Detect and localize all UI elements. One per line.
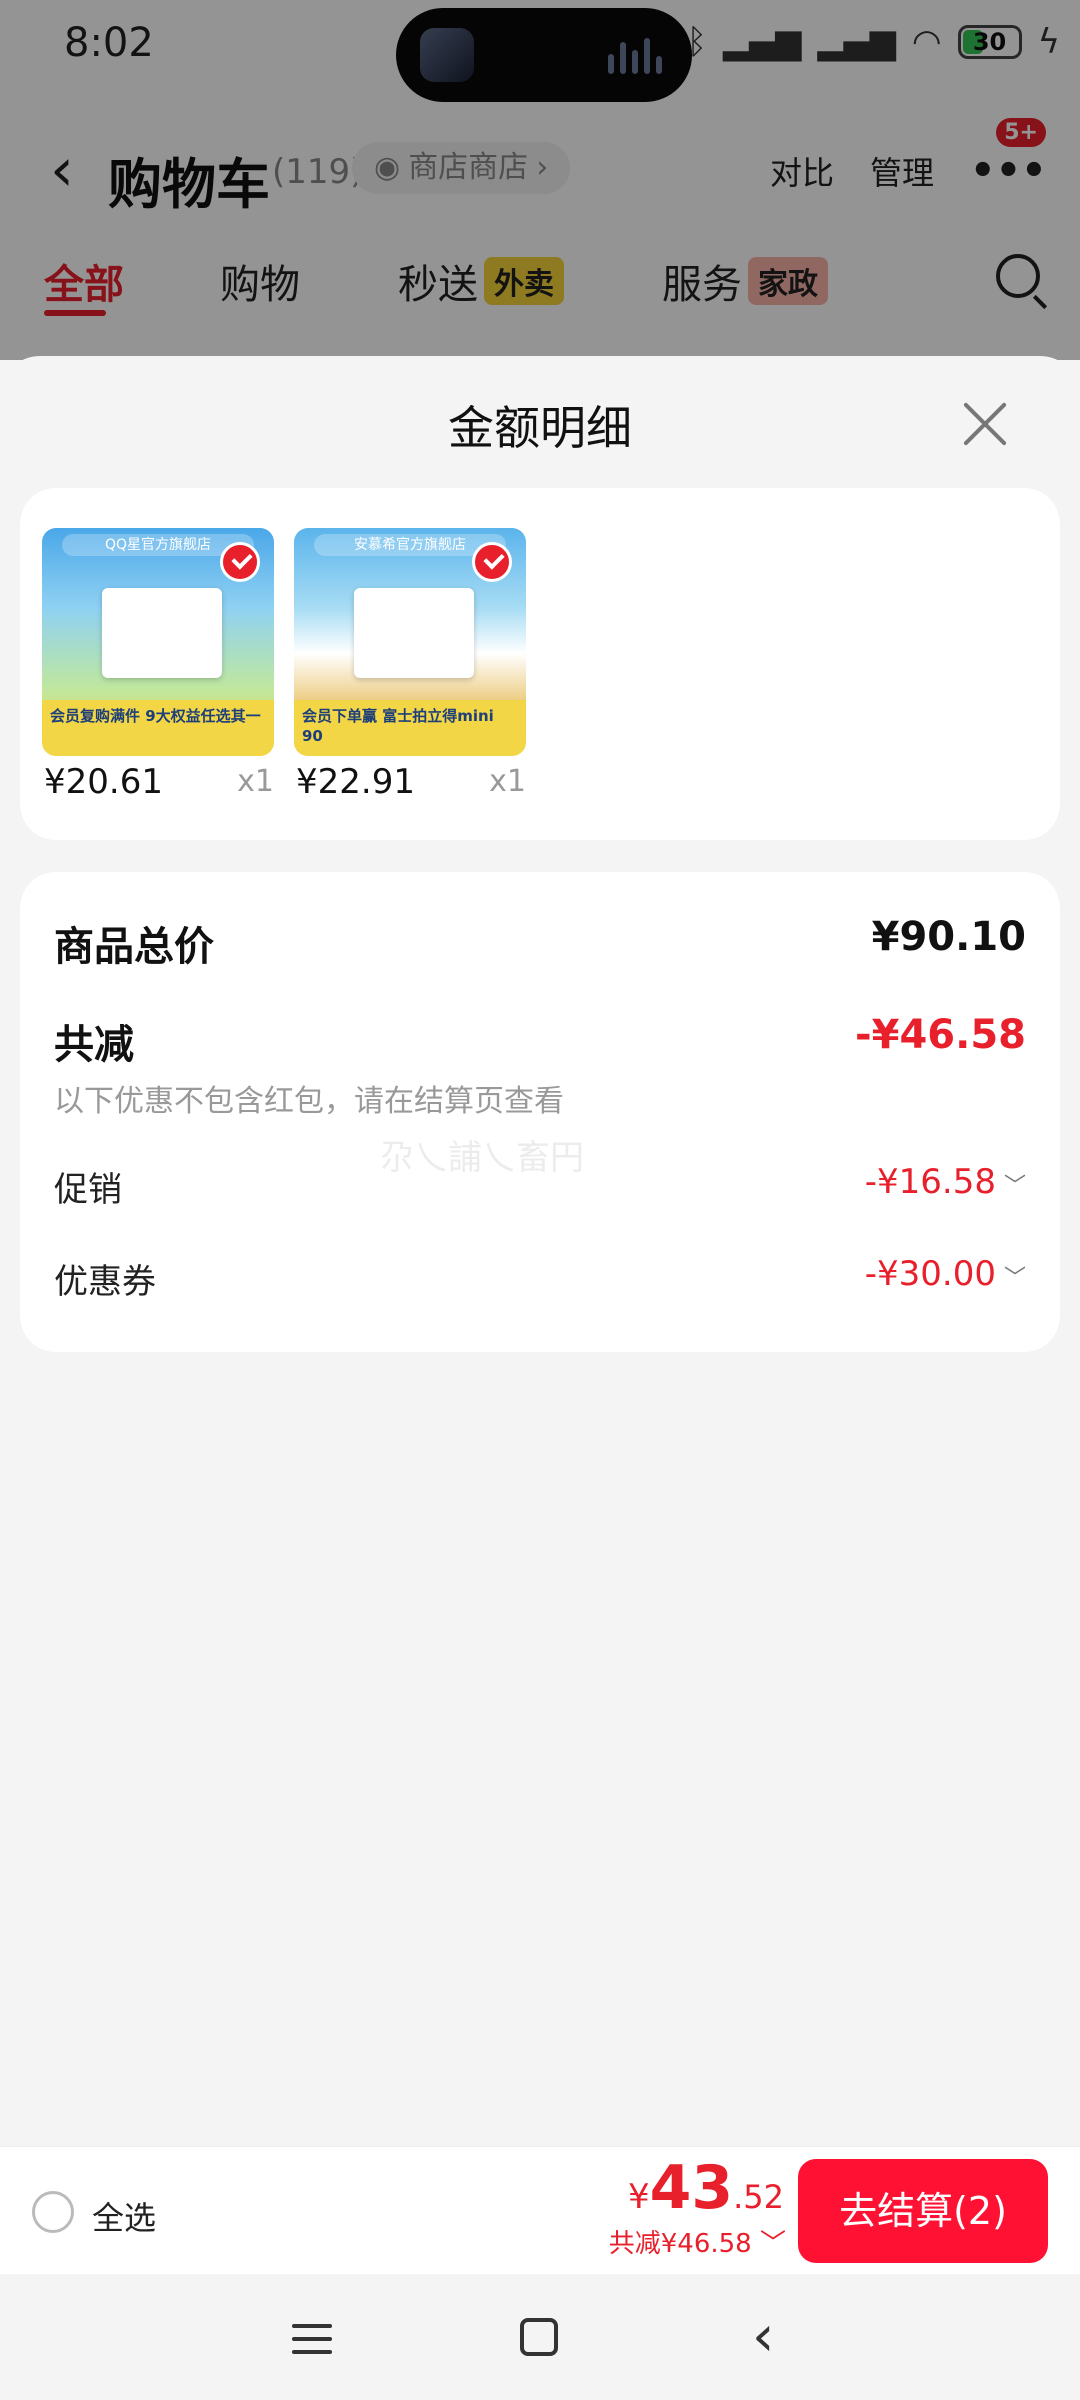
total-value: ¥90.10	[871, 914, 1026, 960]
selected-products-card: QQ星官方旗舰店 会员复购满件 9大权益任选其一 ¥20.61 x1 安慕希官方…	[20, 488, 1060, 840]
dim-overlay[interactable]	[0, 0, 1080, 360]
menu-icon[interactable]	[292, 2324, 332, 2363]
chevron-down-icon: ﹀	[1003, 1174, 1026, 1199]
total-label: 商品总价	[54, 924, 214, 970]
product-item[interactable]: 安慕希官方旗舰店 会员下单赢 富士拍立得mini 90 ¥22.91 x1	[294, 528, 526, 804]
coupon-label: 优惠券	[54, 1262, 156, 1302]
reduction-value: -¥46.58	[855, 1012, 1026, 1058]
select-all-label[interactable]: 全选	[92, 2193, 156, 2239]
product-qty: x1	[237, 764, 274, 799]
product-qty: x1	[489, 764, 526, 799]
discount-note: 以下优惠不包含红包，请在结算页查看	[54, 1084, 564, 1119]
promotion-label: 促销	[54, 1170, 122, 1210]
total-price: ¥43.52	[627, 2153, 784, 2223]
promotion-value: -¥16.58	[864, 1162, 996, 1202]
product-image: 安慕希官方旗舰店 会员下单赢 富士拍立得mini 90	[294, 528, 526, 756]
back-icon[interactable]: ‹	[752, 2304, 774, 2369]
coupon-value: -¥30.00	[864, 1254, 996, 1294]
amount-details-sheet: 金额明细 QQ星官方旗舰店 会员复购满件 9大权益任选其一 ¥20.61 x1 …	[0, 356, 1080, 2146]
product-price: ¥22.91	[296, 762, 415, 802]
watermark: 尕乀誧乀畜円	[380, 1138, 584, 1178]
discount-toggle[interactable]: 共减¥46.58 ﹀	[609, 2223, 786, 2260]
checkout-bar: 全选 ¥43.52 共减¥46.58 ﹀ 去结算(2)	[0, 2146, 1080, 2274]
checked-icon[interactable]	[472, 542, 512, 582]
checkout-button[interactable]: 去结算(2)	[798, 2159, 1048, 2263]
product-item[interactable]: QQ星官方旗舰店 会员复购满件 9大权益任选其一 ¥20.61 x1	[42, 528, 274, 804]
sheet-title: 金额明细	[448, 401, 632, 455]
chevron-down-icon: ﹀	[1003, 1266, 1026, 1291]
system-nav-bar: ‹	[0, 2274, 1080, 2400]
price-summary-card: 商品总价 ¥90.10 共减 -¥46.58 以下优惠不包含红包，请在结算页查看…	[20, 872, 1060, 1352]
close-icon[interactable]	[960, 400, 1008, 448]
select-all-radio[interactable]	[32, 2191, 74, 2233]
product-image: QQ星官方旗舰店 会员复购满件 9大权益任选其一	[42, 528, 274, 756]
product-price: ¥20.61	[44, 762, 163, 802]
home-icon[interactable]	[520, 2318, 558, 2356]
checked-icon[interactable]	[220, 542, 260, 582]
reduction-label: 共减	[54, 1022, 134, 1068]
